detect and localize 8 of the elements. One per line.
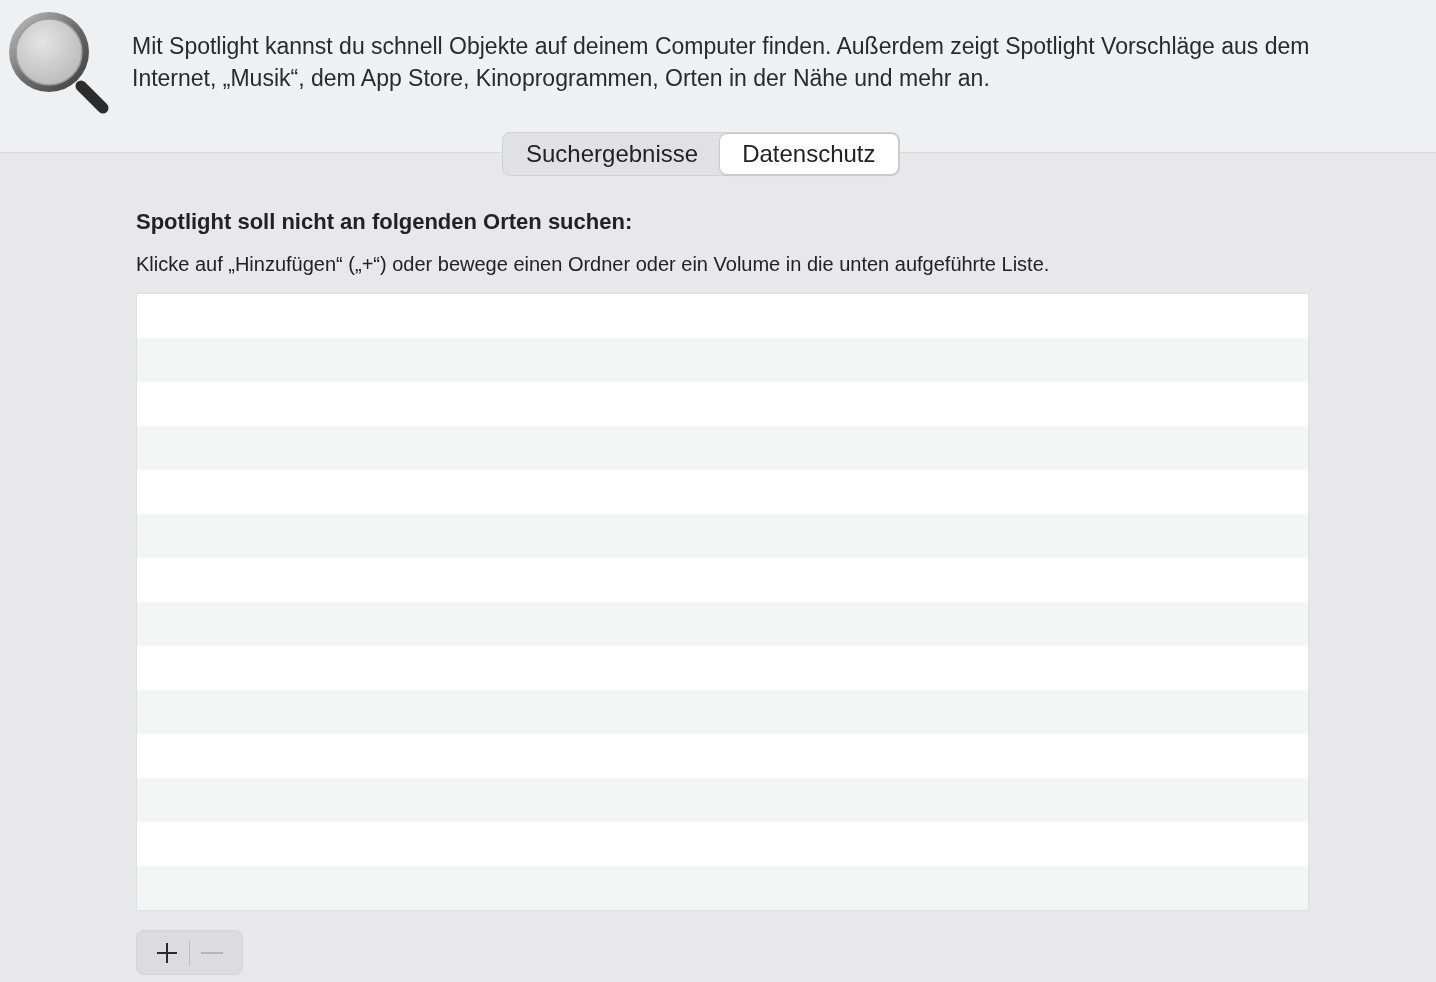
tab[interactable]: Suchergebnisse	[504, 134, 721, 174]
plus-icon	[155, 940, 179, 965]
tab[interactable]: Datenschutz	[720, 134, 898, 174]
excluded-locations-list[interactable]	[136, 293, 1309, 911]
spotlight-description: Mit Spotlight kannst du schnell Objekte auf deinem Computer finden. Außerdem zeigt Spotlight Vorschläge aus dem Internet, „Musik“, dem App Store, Kinoprogrammen, Orten in der Nähe und mehr an.	[132, 32, 1311, 93]
section-heading: Spotlight soll nicht an folgenden Orten suchen:	[136, 209, 634, 235]
instructions-text: Klicke auf „Hinzufügen“ („+“) oder bewege einen Ordner oder ein Volume in die unten aufgeführte Liste.	[136, 253, 1051, 276]
minus-icon	[201, 951, 223, 954]
